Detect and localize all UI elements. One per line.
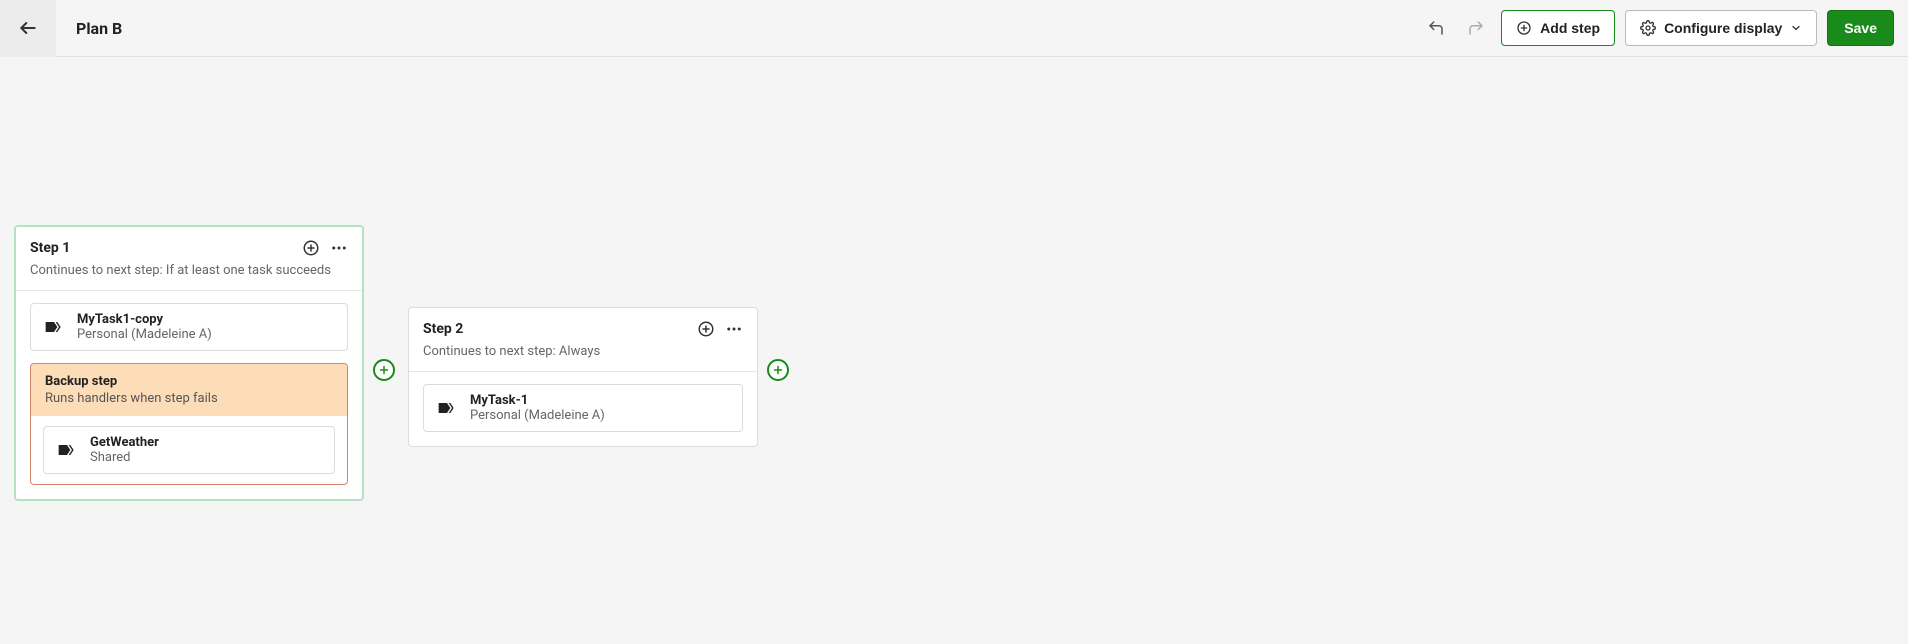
- task-card[interactable]: GetWeather Shared: [43, 426, 335, 474]
- step-card-2[interactable]: Step 2 Continues to next step: Always: [408, 307, 758, 447]
- task-name: GetWeather: [90, 435, 159, 450]
- step-header: Step 2 Continues to next step: Always: [409, 308, 757, 372]
- gear-icon: [1640, 20, 1656, 36]
- step-header: Step 1 Continues to next step: If at lea…: [16, 227, 362, 291]
- undo-button[interactable]: [1421, 13, 1451, 43]
- plus-circle-icon: [302, 239, 320, 257]
- plus-icon: [772, 364, 784, 376]
- back-button[interactable]: [0, 0, 56, 57]
- configure-display-label: Configure display: [1664, 20, 1782, 36]
- dots-horizontal-icon: [725, 320, 743, 338]
- step-title: Step 2: [423, 321, 463, 337]
- task-name: MyTask-1: [470, 393, 605, 408]
- configure-display-button[interactable]: Configure display: [1625, 10, 1817, 46]
- redo-icon: [1467, 19, 1485, 37]
- plus-circle-icon: [697, 320, 715, 338]
- task-name: MyTask1-copy: [77, 312, 212, 327]
- page-title: Plan B: [76, 19, 122, 38]
- backup-title: Backup step: [45, 374, 333, 389]
- step-title: Step 1: [30, 240, 70, 256]
- plus-circle-icon: [1516, 20, 1532, 36]
- arrow-left-icon: [18, 18, 38, 38]
- add-step-button[interactable]: Add step: [1501, 10, 1615, 46]
- add-step-label: Add step: [1540, 20, 1600, 36]
- chevron-down-icon: [1790, 22, 1802, 34]
- step-menu-button[interactable]: [725, 320, 743, 338]
- task-icon: [56, 439, 78, 461]
- step-add-task-button[interactable]: [302, 239, 320, 257]
- plus-icon: [378, 364, 390, 376]
- task-meta: Shared: [90, 450, 159, 465]
- step-add-task-button[interactable]: [697, 320, 715, 338]
- task-icon: [436, 397, 458, 419]
- backup-step-card: Backup step Runs handlers when step fail…: [30, 363, 348, 485]
- task-card[interactable]: MyTask-1 Personal (Madeleine A): [423, 384, 743, 432]
- step-continues-label: Continues to next step: If at least one …: [30, 263, 348, 278]
- undo-icon: [1427, 19, 1445, 37]
- page-header: Plan B Add step Configure display Save: [0, 0, 1908, 57]
- step-card-1[interactable]: Step 1 Continues to next step: If at lea…: [14, 225, 364, 501]
- add-step-after-button[interactable]: [767, 359, 789, 381]
- step-continues-label: Continues to next step: Always: [423, 344, 743, 359]
- save-button[interactable]: Save: [1827, 10, 1894, 46]
- header-actions: Add step Configure display Save: [1421, 10, 1908, 46]
- task-meta: Personal (Madeleine A): [470, 408, 605, 423]
- backup-header: Backup step Runs handlers when step fail…: [31, 364, 347, 416]
- task-card[interactable]: MyTask1-copy Personal (Madeleine A): [30, 303, 348, 351]
- redo-button[interactable]: [1461, 13, 1491, 43]
- add-step-between-button[interactable]: [373, 359, 395, 381]
- step-menu-button[interactable]: [330, 239, 348, 257]
- dots-horizontal-icon: [330, 239, 348, 257]
- save-label: Save: [1844, 20, 1877, 36]
- task-meta: Personal (Madeleine A): [77, 327, 212, 342]
- task-icon: [43, 316, 65, 338]
- workflow-canvas[interactable]: Step 1 Continues to next step: If at lea…: [0, 57, 1908, 644]
- backup-desc: Runs handlers when step fails: [45, 391, 333, 406]
